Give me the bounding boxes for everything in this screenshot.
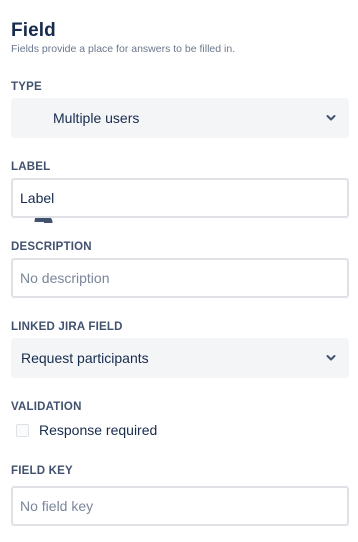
response-required-label[interactable]: Response required [39, 422, 157, 438]
panel-title: Field [11, 20, 56, 41]
validation-label: VALIDATION [11, 401, 82, 413]
response-required-checkbox[interactable] [16, 424, 29, 437]
label-input[interactable]: Label [11, 178, 349, 218]
panel-subtitle: Fields provide a place for answers to be… [11, 43, 236, 55]
description-label: DESCRIPTION [11, 241, 92, 253]
field-key-label: FIELD KEY [11, 465, 73, 477]
linked-jira-field-select[interactable]: Request participants [11, 338, 349, 378]
description-input[interactable]: No description [11, 258, 349, 298]
label-field-label: LABEL [11, 161, 51, 173]
type-select-value: Multiple users [53, 110, 140, 126]
type-select[interactable]: Multiple users [11, 98, 349, 223]
field-key-input[interactable]: No field key [11, 486, 349, 526]
linked-jira-field-label: LINKED JIRA FIELD [11, 321, 123, 333]
chevron-down-icon [326, 115, 336, 121]
linked-jira-field-value: Request participants [21, 350, 149, 366]
type-label: TYPE [11, 81, 42, 93]
chevron-down-icon [326, 355, 336, 361]
